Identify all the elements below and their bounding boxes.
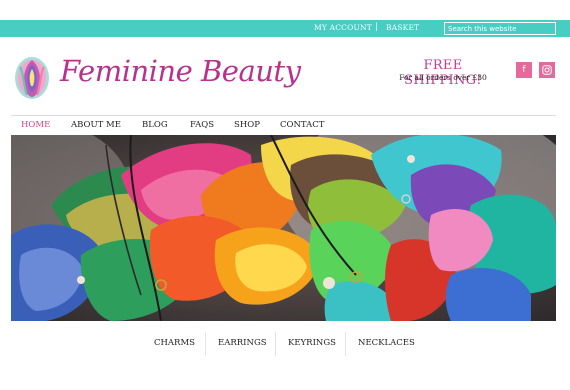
- logo-icon[interactable]: [12, 55, 52, 101]
- nav-about-me[interactable]: ABOUT ME: [71, 120, 121, 130]
- category-divider: [275, 332, 276, 356]
- category-nav: CHARMS EARRINGS KEYRINGS NECKLACES: [0, 332, 570, 356]
- my-account-link[interactable]: MY ACCOUNT: [314, 23, 372, 32]
- brand-logo-text[interactable]: Feminine Beauty: [60, 54, 301, 88]
- category-divider: [345, 332, 346, 356]
- nav-blog[interactable]: BLOG: [142, 120, 168, 130]
- instagram-glyph-icon: [542, 65, 552, 75]
- topbar-separator: |: [375, 22, 378, 31]
- facebook-icon[interactable]: f: [516, 62, 532, 78]
- category-charms[interactable]: CHARMS: [154, 338, 195, 348]
- nav-home[interactable]: HOME: [21, 120, 50, 130]
- instagram-icon[interactable]: [539, 62, 555, 78]
- top-utility-bar: MY ACCOUNT | BASKET: [0, 20, 570, 37]
- hero-banner-image: [11, 135, 556, 321]
- nav-divider: [11, 115, 556, 116]
- search-input[interactable]: [444, 22, 556, 35]
- free-shipping-subtitle: For all orders over £30: [399, 73, 487, 82]
- nav-shop[interactable]: SHOP: [234, 120, 260, 130]
- basket-link[interactable]: BASKET: [386, 23, 419, 32]
- nav-contact[interactable]: CONTACT: [280, 120, 324, 130]
- clay-charms-photo: [11, 135, 556, 321]
- category-keyrings[interactable]: KEYRINGS: [288, 338, 336, 348]
- nav-faqs[interactable]: FAQS: [190, 120, 214, 130]
- category-necklaces[interactable]: NECKLACES: [358, 338, 415, 348]
- category-divider: [205, 332, 206, 356]
- category-earrings[interactable]: EARRINGS: [218, 338, 267, 348]
- facebook-glyph: f: [522, 65, 526, 75]
